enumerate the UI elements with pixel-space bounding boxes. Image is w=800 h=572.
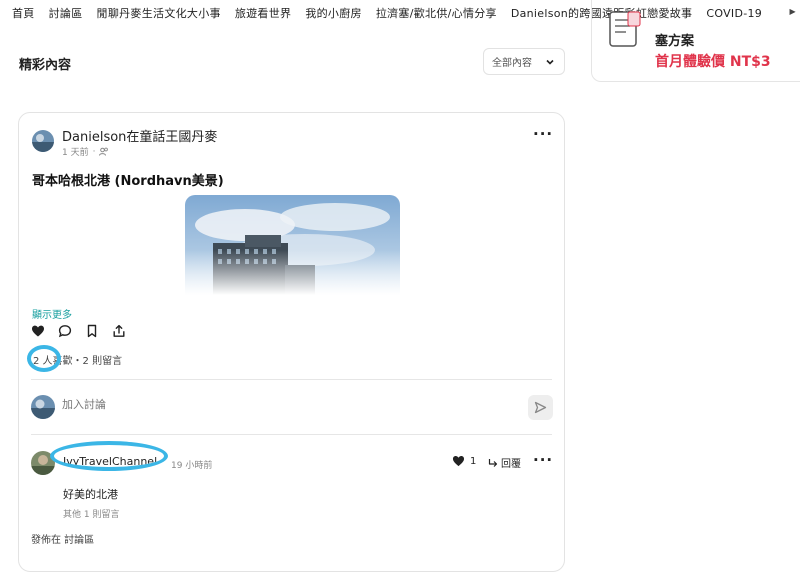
divider bbox=[31, 379, 552, 380]
reply-label: 回覆 bbox=[501, 459, 521, 470]
likes-comments-count[interactable]: 2 人喜歡・2 則留言 bbox=[33, 352, 122, 367]
heart-icon[interactable] bbox=[31, 324, 45, 338]
post-actions bbox=[31, 324, 126, 338]
posted-in[interactable]: 發佈在 討論區 bbox=[31, 531, 94, 546]
comment-icon[interactable] bbox=[58, 324, 72, 338]
comment-like-count: 1 bbox=[470, 455, 477, 467]
nav-item-kitchen[interactable]: 我的小廚房 bbox=[305, 5, 362, 21]
friends-icon bbox=[99, 147, 109, 156]
comment-time: 19 小時前 bbox=[171, 461, 213, 471]
other-comments-link[interactable]: 其他 1 則留言 bbox=[63, 507, 119, 520]
section-title: 精彩內容 bbox=[19, 58, 72, 73]
promo-title: 塞方案 bbox=[655, 34, 695, 49]
nav-item-mood[interactable]: 拉濟塞/歡北供/心情分享 bbox=[376, 5, 497, 21]
meta-dot: · bbox=[92, 146, 96, 157]
bookmark-icon[interactable] bbox=[85, 324, 99, 338]
commenter-name[interactable]: IvyTravelChannel bbox=[63, 455, 157, 468]
promo-card[interactable]: 塞方案 首月體驗價 NT$3 bbox=[591, 0, 800, 82]
nav-item-home[interactable]: 首頁 bbox=[12, 5, 35, 21]
comment-reply-button[interactable]: 回覆 bbox=[488, 455, 521, 470]
content-filter-select[interactable]: 全部內容 bbox=[483, 48, 565, 75]
nav-item-forum[interactable]: 討論區 bbox=[49, 5, 83, 21]
share-icon[interactable] bbox=[112, 324, 126, 338]
heart-icon bbox=[452, 456, 465, 467]
reply-icon bbox=[488, 458, 498, 467]
divider bbox=[31, 434, 552, 435]
post-image[interactable] bbox=[185, 195, 400, 295]
chevron-down-icon bbox=[546, 59, 554, 65]
filter-value: 全部內容 bbox=[492, 58, 532, 69]
comment-input[interactable] bbox=[62, 398, 462, 411]
post-title[interactable]: 哥本哈根北港 (Nordhavn美景) bbox=[32, 170, 224, 189]
my-avatar bbox=[31, 395, 55, 419]
author-avatar[interactable] bbox=[32, 130, 54, 152]
comment-more-options-button[interactable]: ··· bbox=[533, 451, 553, 469]
post-meta: 1 天前 · bbox=[62, 145, 109, 158]
nav-item-denmark-life[interactable]: 閒聊丹麥生活文化大小事 bbox=[97, 5, 221, 21]
send-icon bbox=[534, 401, 547, 414]
show-more-link[interactable]: 顯示更多 bbox=[32, 306, 72, 321]
document-icon bbox=[609, 11, 641, 47]
nav-item-travel[interactable]: 旅遊看世界 bbox=[235, 5, 292, 21]
send-button[interactable] bbox=[528, 395, 553, 420]
comment-like-button[interactable]: 1 bbox=[452, 455, 476, 467]
author-name[interactable]: Danielson在童話王國丹麥 bbox=[62, 126, 217, 145]
post-time: 1 天前 bbox=[62, 148, 89, 158]
comment-text: 好美的北港 bbox=[63, 488, 118, 501]
post-card: Danielson在童話王國丹麥 1 天前 · ··· 哥本哈根北港 (Nord… bbox=[18, 112, 565, 572]
promo-price: 首月體驗價 NT$3 bbox=[655, 54, 771, 70]
post-more-options-button[interactable]: ··· bbox=[533, 125, 553, 143]
commenter-avatar[interactable] bbox=[31, 451, 55, 475]
